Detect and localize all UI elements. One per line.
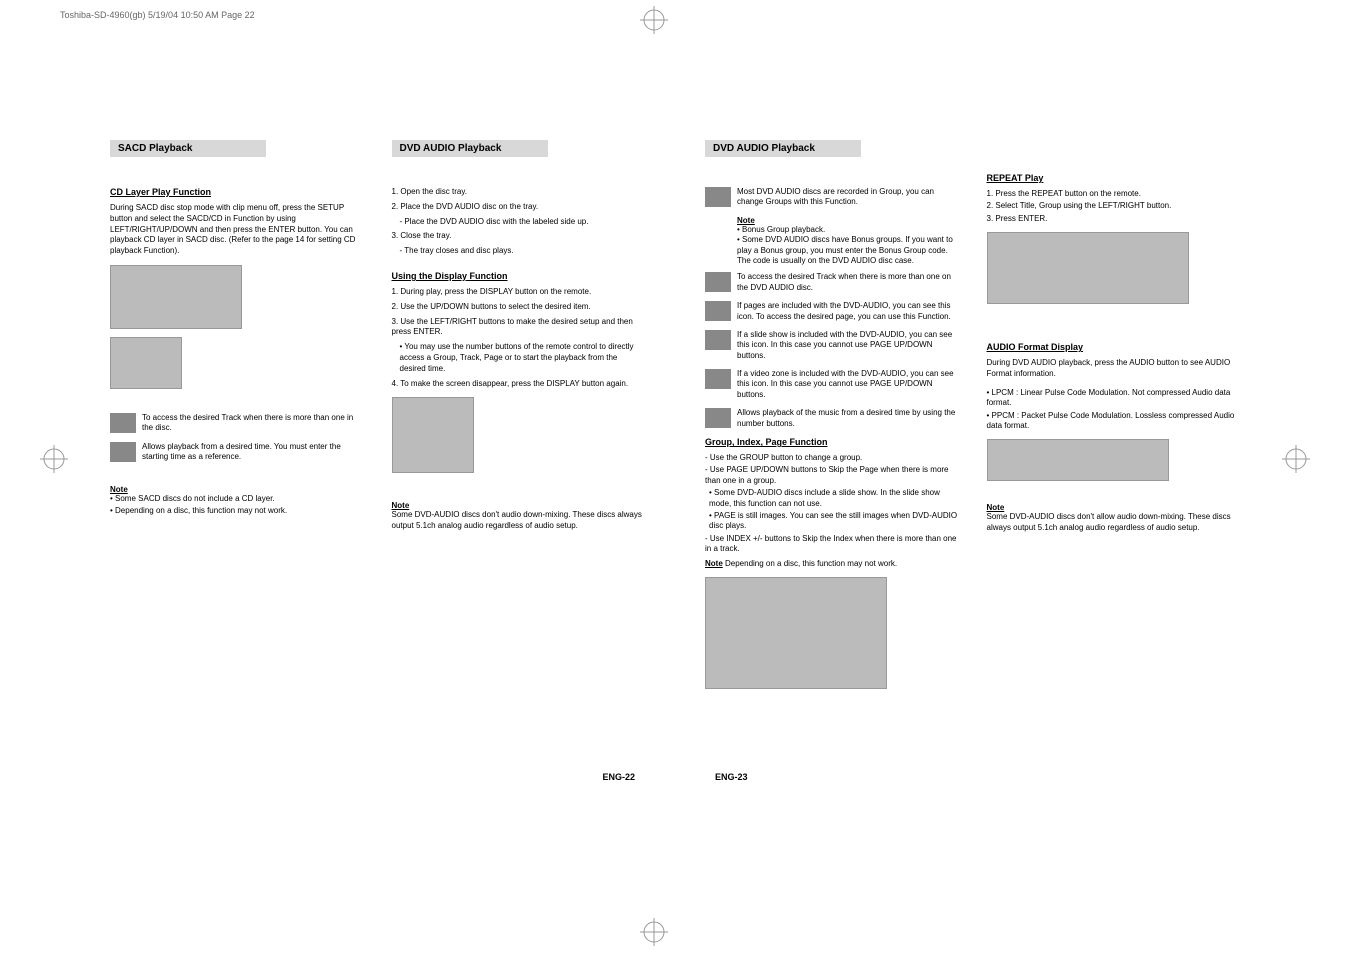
screenshot-display [392, 397, 474, 473]
note-depending: Note Depending on a disc, this function … [705, 559, 959, 569]
heading-group-index-page: Group, Index, Page Function [705, 437, 959, 447]
note-2-text: Some DVD-AUDIO discs don't audio down-mi… [392, 510, 646, 532]
section-dvd-audio-playback: DVD AUDIO Playback [392, 140, 548, 157]
icon-time-text-2: Allows playback of the music from a desi… [737, 408, 959, 429]
audio-line: • PPCM : Packet Pulse Code Modulation. L… [987, 411, 1241, 432]
icon-slide-text: If a slide show is included with the DVD… [737, 330, 959, 361]
crop-mark-bottom [640, 918, 668, 948]
group-icon [705, 187, 731, 207]
note-line: • Depending on a disc, this function may… [110, 506, 364, 516]
crop-mark-left [40, 445, 68, 475]
note-bonus-text: • Bonus Group playback. • Some DVD AUDIO… [737, 225, 959, 267]
para-cd-layer: During SACD disc stop mode with clip men… [110, 203, 364, 257]
icon-track-text: To access the desired Track when there i… [142, 413, 364, 434]
left-col-1: SACD Playback CD Layer Play Function Dur… [110, 140, 364, 540]
page-number-left: ENG-22 [602, 772, 635, 782]
display-step-sub: • You may use the number buttons of the … [400, 342, 646, 374]
time-icon [110, 442, 136, 462]
step: 2. Place the DVD AUDIO disc on the tray. [392, 202, 646, 213]
time-icon [705, 408, 731, 428]
crop-mark-right [1282, 445, 1310, 475]
display-step: 4. To make the screen disappear, press t… [392, 379, 646, 390]
group-line: - Use INDEX +/- buttons to Skip the Inde… [705, 534, 959, 555]
audio-format-para: During DVD AUDIO playback, press the AUD… [987, 358, 1241, 380]
note-3-text: Some DVD-AUDIO discs don't allow audio d… [987, 512, 1241, 534]
group-line: - Use PAGE UP/DOWN buttons to Skip the P… [705, 465, 959, 486]
heading-display-function: Using the Display Function [392, 271, 646, 281]
repeat-step: 1. Press the REPEAT button on the remote… [987, 189, 1241, 199]
display-step: 3. Use the LEFT/RIGHT buttons to make th… [392, 317, 646, 339]
display-step: 1. During play, press the DISPLAY button… [392, 287, 646, 298]
display-step: 2. Use the UP/DOWN buttons to select the… [392, 302, 646, 313]
repeat-step: 2. Select Title, Group using the LEFT/RI… [987, 201, 1241, 211]
crop-mark-top [640, 6, 668, 36]
group-line: - Use the GROUP button to change a group… [705, 453, 959, 463]
page-number-right: ENG-23 [715, 772, 748, 782]
icon-page-text: If pages are included with the DVD-AUDIO… [737, 301, 959, 322]
screenshot-repeat [987, 232, 1189, 304]
page-spread: SACD Playback CD Layer Play Function Dur… [80, 110, 1270, 790]
section-sacd-playback: SACD Playback [110, 140, 266, 157]
print-header: Toshiba-SD-4960(gb) 5/19/04 10:50 AM Pag… [60, 10, 255, 20]
icon-track-text-2: To access the desired Track when there i… [737, 272, 959, 293]
page-icon [705, 301, 731, 321]
right-col-2: REPEAT Play 1. Press the REPEAT button o… [987, 140, 1241, 697]
heading-cd-layer: CD Layer Play Function [110, 187, 364, 197]
screenshot-small [110, 337, 182, 389]
note-line: • Some SACD discs do not include a CD la… [110, 494, 364, 504]
group-line: • PAGE is still images. You can see the … [709, 511, 959, 532]
section-dvd-audio-playback-2: DVD AUDIO Playback [705, 140, 861, 157]
audio-line: • LPCM : Linear Pulse Code Modulation. N… [987, 388, 1241, 409]
heading-audio-format: AUDIO Format Display [987, 342, 1241, 352]
note-label-bonus: Note [737, 216, 959, 225]
step-sub: - The tray closes and disc plays. [400, 246, 646, 257]
slide-icon [705, 330, 731, 350]
screenshot-menu [110, 265, 242, 329]
track-icon [705, 272, 731, 292]
repeat-step: 3. Press ENTER. [987, 214, 1241, 224]
page-left: SACD Playback CD Layer Play Function Dur… [80, 110, 675, 790]
icon-vzone-text: If a video zone is included with the DVD… [737, 369, 959, 400]
page-right: DVD AUDIO Playback Most DVD AUDIO discs … [675, 110, 1270, 790]
screenshot-audio-format [987, 439, 1169, 481]
icon-time-text: Allows playback from a desired time. You… [142, 442, 364, 463]
right-col-1: DVD AUDIO Playback Most DVD AUDIO discs … [705, 140, 959, 697]
left-col-2: DVD AUDIO Playback 1. Open the disc tray… [392, 140, 646, 540]
step: 3. Close the tray. [392, 231, 646, 242]
note-label-3: Note [987, 503, 1241, 512]
step: 1. Open the disc tray. [392, 187, 646, 198]
diagram-hierarchy [705, 577, 887, 689]
group-line: • Some DVD-AUDIO discs include a slide s… [709, 488, 959, 509]
icon-group-text: Most DVD AUDIO discs are recorded in Gro… [737, 187, 959, 208]
step-sub: - Place the DVD AUDIO disc with the labe… [400, 217, 646, 228]
note-label-1: Note [110, 485, 364, 494]
heading-repeat-play: REPEAT Play [987, 173, 1241, 183]
note-label-2: Note [392, 501, 646, 510]
track-icon [110, 413, 136, 433]
vzone-icon [705, 369, 731, 389]
